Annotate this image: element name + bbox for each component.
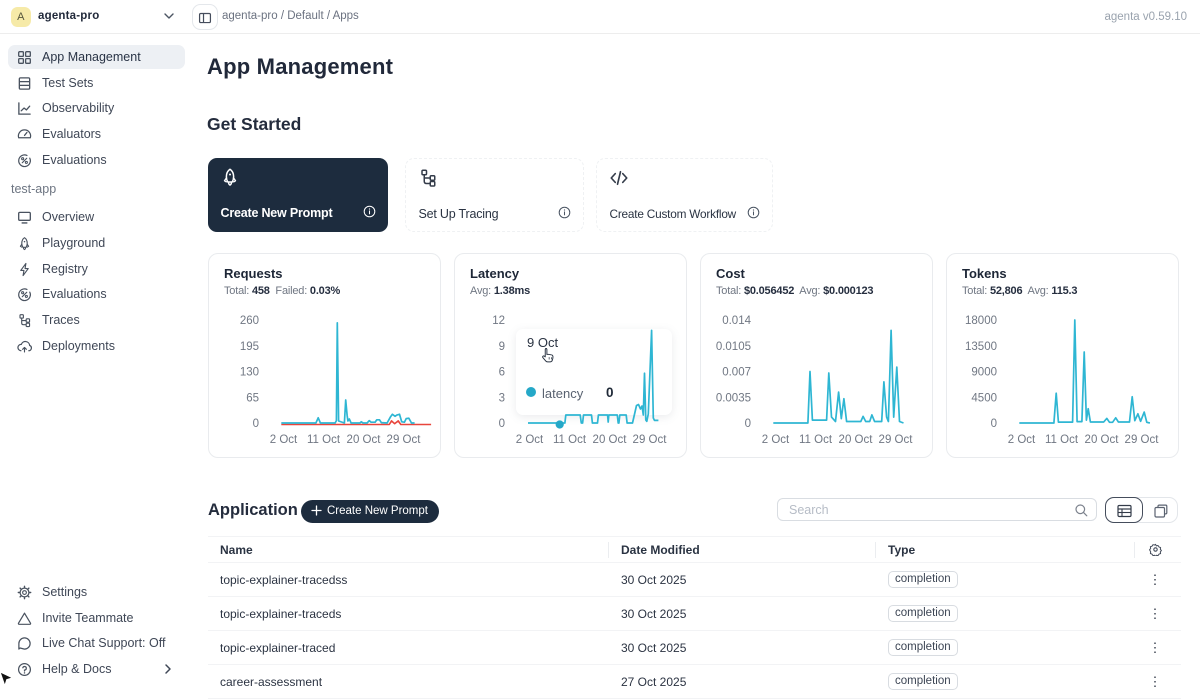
svg-text:9: 9 bbox=[499, 341, 505, 353]
svg-text:20 Oct: 20 Oct bbox=[347, 434, 382, 446]
svg-text:65: 65 bbox=[246, 392, 259, 404]
svg-text:0.0105: 0.0105 bbox=[716, 341, 751, 353]
svg-text:20 Oct: 20 Oct bbox=[839, 434, 874, 446]
svg-text:29 Oct: 29 Oct bbox=[1125, 434, 1160, 446]
svg-text:11 Oct: 11 Oct bbox=[553, 434, 587, 446]
svg-text:13500: 13500 bbox=[965, 341, 997, 353]
svg-text:18000: 18000 bbox=[965, 315, 997, 327]
svg-text:195: 195 bbox=[240, 341, 259, 353]
svg-text:3: 3 bbox=[499, 392, 505, 404]
svg-text:2 Oct: 2 Oct bbox=[270, 434, 298, 446]
svg-text:130: 130 bbox=[240, 367, 259, 379]
svg-text:0.014: 0.014 bbox=[722, 315, 751, 327]
svg-text:0: 0 bbox=[745, 418, 751, 430]
svg-text:260: 260 bbox=[240, 315, 259, 327]
svg-text:29 Oct: 29 Oct bbox=[633, 434, 668, 446]
svg-text:0: 0 bbox=[991, 418, 997, 430]
svg-text:6: 6 bbox=[499, 367, 505, 379]
svg-text:20 Oct: 20 Oct bbox=[593, 434, 628, 446]
svg-text:0.0035: 0.0035 bbox=[716, 392, 751, 404]
svg-text:2 Oct: 2 Oct bbox=[762, 434, 790, 446]
svg-text:2 Oct: 2 Oct bbox=[1008, 434, 1036, 446]
svg-text:12: 12 bbox=[492, 315, 505, 327]
svg-text:11 Oct: 11 Oct bbox=[1045, 434, 1079, 446]
svg-text:4500: 4500 bbox=[971, 392, 997, 404]
svg-text:29 Oct: 29 Oct bbox=[387, 434, 422, 446]
svg-text:9000: 9000 bbox=[971, 367, 997, 379]
svg-text:11 Oct: 11 Oct bbox=[307, 434, 341, 446]
svg-text:0: 0 bbox=[253, 418, 259, 430]
svg-text:0: 0 bbox=[499, 418, 505, 430]
svg-text:2 Oct: 2 Oct bbox=[516, 434, 544, 446]
svg-text:20 Oct: 20 Oct bbox=[1085, 434, 1120, 446]
svg-text:29 Oct: 29 Oct bbox=[879, 434, 914, 446]
svg-text:0.007: 0.007 bbox=[722, 367, 751, 379]
svg-text:11 Oct: 11 Oct bbox=[799, 434, 833, 446]
